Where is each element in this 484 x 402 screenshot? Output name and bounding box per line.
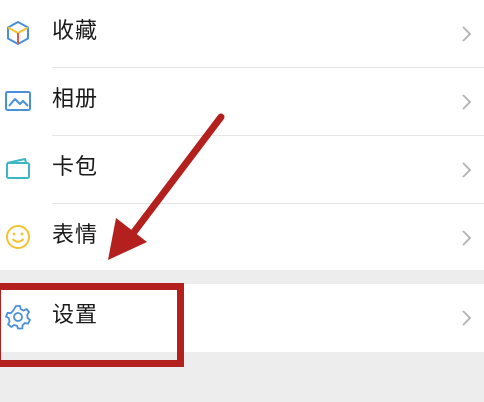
menu-item-label: 表情 [52, 223, 99, 248]
album-picture-icon [3, 86, 33, 116]
smiley-face-icon [3, 222, 33, 252]
card-wallet-icon [3, 154, 33, 184]
menu-item-label: 卡包 [52, 155, 99, 180]
menu-group-main: 收藏 相册 卡包 表情 [0, 0, 484, 270]
chevron-right-icon [459, 226, 475, 250]
favorites-cube-icon [3, 18, 33, 48]
menu-item-album[interactable]: 相册 [0, 68, 484, 136]
menu-item-favorites[interactable]: 收藏 [0, 0, 484, 68]
chevron-right-icon [459, 158, 475, 182]
chevron-right-icon [459, 306, 475, 330]
annotation-highlight-box [0, 283, 184, 367]
menu-item-card-wallet[interactable]: 卡包 [0, 136, 484, 204]
menu-item-label: 相册 [52, 87, 99, 112]
menu-item-stickers[interactable]: 表情 [0, 204, 484, 272]
chevron-right-icon [459, 22, 475, 46]
menu-item-label: 收藏 [52, 19, 99, 44]
chevron-right-icon [459, 90, 475, 114]
wechat-me-menu: 收藏 相册 卡包 表情 设置 [0, 0, 484, 402]
